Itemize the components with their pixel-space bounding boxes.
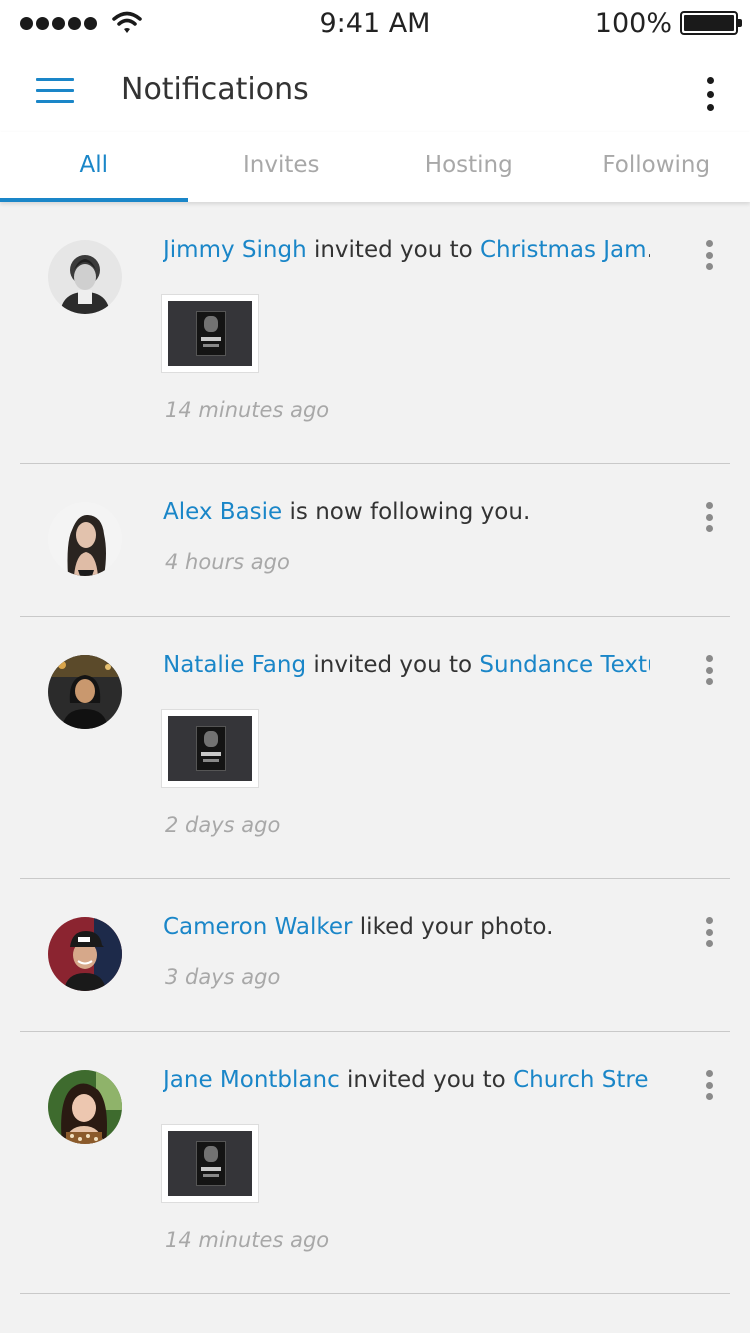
menu-icon[interactable]	[36, 78, 74, 104]
list-item[interactable]: Cameron Walker liked your photo. 3 days …	[20, 879, 730, 1032]
tab-following[interactable]: Following	[563, 132, 750, 202]
event-thumbnail[interactable]	[161, 294, 259, 373]
notification-text: Cameron Walker liked your photo.	[163, 912, 650, 942]
timestamp: 14 minutes ago	[165, 398, 330, 422]
notification-action: is now following you.	[282, 499, 531, 525]
item-more-icon[interactable]	[703, 240, 715, 270]
notification-suffix: .	[647, 237, 650, 263]
page-title: Notifications	[121, 72, 309, 107]
notification-action: invited you to	[339, 1067, 514, 1093]
list-item[interactable]: Natalie Fang invited you to Sundance Tex…	[20, 617, 730, 879]
overflow-menu-icon[interactable]	[700, 77, 720, 111]
notification-text: Jimmy Singh invited you to Christmas Jam…	[163, 235, 650, 265]
item-more-icon[interactable]	[703, 502, 715, 532]
avatar[interactable]	[48, 655, 122, 729]
notification-text: Natalie Fang invited you to Sundance Tex…	[163, 650, 650, 680]
tab-invites[interactable]: Invites	[188, 132, 376, 202]
tab-all[interactable]: All	[0, 132, 188, 202]
app-bar: Notifications	[0, 50, 750, 132]
notification-text: Jane Montblanc invited you to Church Str…	[163, 1065, 650, 1095]
event-thumbnail[interactable]	[161, 1124, 259, 1203]
battery-icon	[680, 11, 742, 35]
status-bar: 9:41 AM 100%	[0, 0, 750, 50]
event-link[interactable]: Christmas Jam	[480, 237, 647, 263]
avatar[interactable]	[48, 240, 122, 314]
user-link[interactable]: Natalie Fang	[163, 652, 306, 678]
item-more-icon[interactable]	[703, 655, 715, 685]
battery-percentage: 100%	[594, 8, 672, 39]
user-link[interactable]: Cameron Walker	[163, 914, 352, 940]
timestamp: 2 days ago	[165, 813, 281, 837]
notification-action: liked your photo.	[352, 914, 554, 940]
user-link[interactable]: Alex Basie	[163, 499, 282, 525]
avatar[interactable]	[48, 917, 122, 991]
notification-action: invited you to	[306, 237, 480, 263]
notification-list: Jimmy Singh invited you to Christmas Jam…	[0, 202, 750, 1294]
avatar[interactable]	[48, 1070, 122, 1144]
user-link[interactable]: Jane Montblanc	[163, 1067, 340, 1093]
avatar[interactable]	[48, 502, 122, 576]
event-thumbnail[interactable]	[161, 709, 259, 788]
timestamp: 14 minutes ago	[165, 1228, 330, 1252]
event-link[interactable]: Church Stre...	[513, 1067, 650, 1093]
event-link[interactable]: Sundance Textu...	[479, 652, 650, 678]
list-item[interactable]: Alex Basie is now following you. 4 hours…	[20, 464, 730, 617]
timestamp: 4 hours ago	[165, 550, 290, 574]
tab-bar: All Invites Hosting Following	[0, 132, 750, 202]
notification-action: invited you to	[306, 652, 480, 678]
tab-hosting[interactable]: Hosting	[375, 132, 563, 202]
list-item[interactable]: Jimmy Singh invited you to Christmas Jam…	[20, 202, 730, 464]
user-link[interactable]: Jimmy Singh	[163, 237, 307, 263]
notification-text: Alex Basie is now following you.	[163, 497, 650, 527]
item-more-icon[interactable]	[703, 1070, 715, 1100]
item-more-icon[interactable]	[703, 917, 715, 947]
list-item[interactable]: Jane Montblanc invited you to Church Str…	[20, 1032, 730, 1294]
timestamp: 3 days ago	[165, 965, 281, 989]
